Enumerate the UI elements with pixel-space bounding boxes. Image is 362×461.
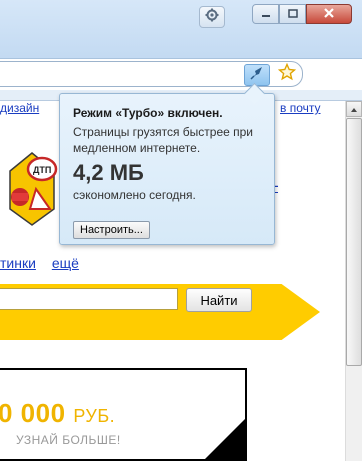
design-link[interactable]: дизайн xyxy=(0,101,39,115)
scroll-thumb[interactable] xyxy=(346,118,362,366)
maximize-icon xyxy=(287,5,298,23)
close-icon xyxy=(323,5,335,23)
search-button[interactable]: Найти xyxy=(186,288,252,312)
traffic-saved-amount: 4,2 МБ xyxy=(73,160,144,185)
service-link-images[interactable]: тинки xyxy=(0,255,36,271)
ad-cta: УЗНАЙ БОЛЬШЕ! xyxy=(16,433,121,447)
bookmark-star-button[interactable] xyxy=(276,62,298,86)
services-row: тинки ещё xyxy=(0,255,91,271)
traffic-saved-label: сэкономлено сегодня. xyxy=(73,188,196,202)
configure-button[interactable]: Настроить... xyxy=(73,221,150,239)
search-input[interactable] xyxy=(0,288,178,310)
page-curl-corner xyxy=(205,419,245,459)
turbo-button[interactable] xyxy=(244,64,270,86)
svg-text:ДТП: ДТП xyxy=(33,165,51,175)
mail-link[interactable]: в почту xyxy=(280,101,321,115)
ad-amount-value: 0 000 xyxy=(0,398,66,428)
gear-icon xyxy=(205,8,219,27)
vertical-scrollbar[interactable] xyxy=(345,101,362,461)
window-titlebar xyxy=(0,0,362,59)
ad-currency: РУБ. xyxy=(73,406,116,426)
bookmark-star-icon xyxy=(277,62,297,86)
settings-button[interactable] xyxy=(199,6,225,28)
turbo-rocket-icon xyxy=(249,65,265,86)
minimize-button[interactable] xyxy=(252,4,279,24)
service-link-more[interactable]: ещё xyxy=(52,255,79,271)
scroll-up-button[interactable] xyxy=(346,101,362,117)
maximize-button[interactable] xyxy=(279,4,306,24)
close-button[interactable] xyxy=(306,4,352,24)
ad-amount: 0 000 РУБ. xyxy=(0,398,115,429)
minimize-icon xyxy=(261,5,271,23)
window-controls xyxy=(252,4,352,26)
popup-title: Режим «Турбо» включен. xyxy=(73,106,223,120)
ad-banner[interactable]: 0 000 РУБ. УЗНАЙ БОЛЬШЕ! xyxy=(0,368,247,461)
scroll-up-arrow-icon xyxy=(350,100,358,118)
logo-image[interactable]: ДТП xyxy=(6,149,58,227)
turbo-popup: Режим «Турбо» включен. Страницы грузятся… xyxy=(59,82,275,245)
popup-description: Страницы грузятся быстрее при медленном … xyxy=(73,125,254,155)
